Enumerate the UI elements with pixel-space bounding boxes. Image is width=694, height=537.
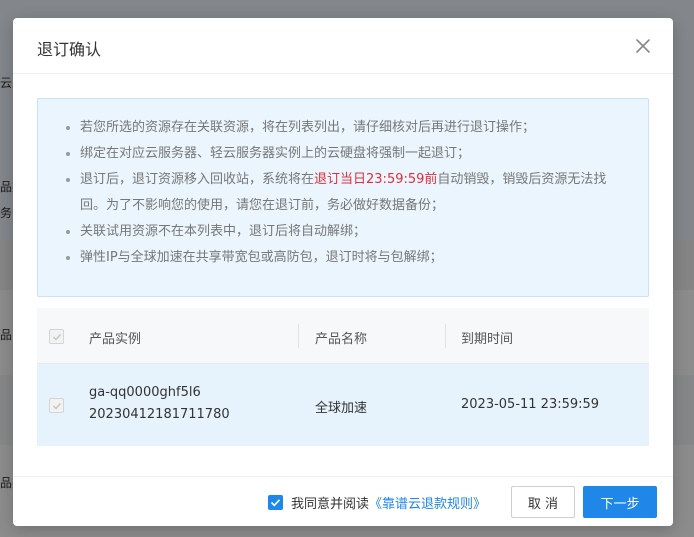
- notice-list: 若您所选的资源存在关联资源，将在列表列出，请仔细核对后再进行退订操作； 绑定在对…: [60, 115, 630, 271]
- select-all-checkbox[interactable]: [49, 329, 64, 344]
- column-header-expire: 到期时间: [461, 332, 514, 347]
- product-name-cell: 全球加速: [315, 401, 368, 416]
- check-icon: [53, 403, 62, 410]
- instance-cell: ga-qq0000ghf5l6 20230412181711780: [89, 382, 230, 426]
- row-checkbox[interactable]: [49, 398, 64, 413]
- dialog-title: 退订确认: [37, 40, 102, 59]
- notice-item-text: 弹性IP与全球加速在共享带宽包或高防包，退订时将与包解绑；: [80, 250, 443, 265]
- column-divider: [445, 324, 446, 348]
- notice-highlight: 退订当日23:59:59前: [314, 172, 438, 187]
- resource-table: 产品实例 产品名称 到期时间 ga-qq0000ghf5l6 202304121…: [37, 308, 649, 446]
- notice-item-text: 关联试用资源不在本列表中，退订后将自动解绑；: [80, 224, 367, 239]
- table-row[interactable]: ga-qq0000ghf5l6 20230412181711780 全球加速 2…: [37, 364, 649, 446]
- agree-checkbox[interactable]: [268, 495, 283, 510]
- instance-order-number: 20230412181711780: [89, 407, 230, 422]
- notice-item: 退订后，退订资源移入回收站，系统将在退订当日23:59:59前自动销毁，销毁后资…: [60, 167, 630, 219]
- next-step-button[interactable]: 下一步: [583, 486, 657, 518]
- dialog-footer: 我同意并阅读 《靠谱云退款规则》 取 消 下一步: [13, 476, 673, 526]
- check-icon: [53, 334, 62, 341]
- refund-rules-link[interactable]: 《靠谱云退款规则》: [369, 493, 486, 512]
- column-header-product: 产品名称: [315, 332, 368, 347]
- notice-item-text: 若您所选的资源存在关联资源，将在列表列出，请仔细核对后再进行退订操作；: [80, 120, 536, 135]
- instance-id: ga-qq0000ghf5l6: [89, 385, 201, 400]
- notice-item-text: 退订后，退订资源移入回收站，系统将在: [80, 172, 315, 187]
- close-icon[interactable]: [631, 34, 655, 58]
- cancel-button[interactable]: 取 消: [511, 486, 575, 518]
- notice-item-text: 绑定在对应云服务器、轻云服务器实例上的云硬盘将强制一起退订；: [80, 146, 471, 161]
- expire-time-cell: 2023-05-11 23:59:59: [461, 397, 600, 412]
- dialog-header: 退订确认: [13, 18, 673, 74]
- column-divider: [298, 324, 299, 348]
- column-header-instance: 产品实例: [89, 332, 142, 347]
- notice-item: 弹性IP与全球加速在共享带宽包或高防包，退订时将与包解绑；: [60, 245, 630, 271]
- unsubscribe-confirm-dialog: 退订确认 若您所选的资源存在关联资源，将在列表列出，请仔细核对后再进行退订操作；…: [13, 18, 673, 526]
- notice-item: 绑定在对应云服务器、轻云服务器实例上的云硬盘将强制一起退订；: [60, 141, 630, 167]
- table-header: 产品实例 产品名称 到期时间: [37, 308, 649, 364]
- agree-text: 我同意并阅读: [291, 497, 370, 512]
- agreement: 我同意并阅读 《靠谱云退款规则》: [268, 493, 486, 512]
- check-icon: [270, 499, 281, 507]
- notice-item: 若您所选的资源存在关联资源，将在列表列出，请仔细核对后再进行退订操作；: [60, 115, 630, 141]
- notice-box: 若您所选的资源存在关联资源，将在列表列出，请仔细核对后再进行退订操作； 绑定在对…: [37, 98, 649, 297]
- notice-item: 关联试用资源不在本列表中，退订后将自动解绑；: [60, 219, 630, 245]
